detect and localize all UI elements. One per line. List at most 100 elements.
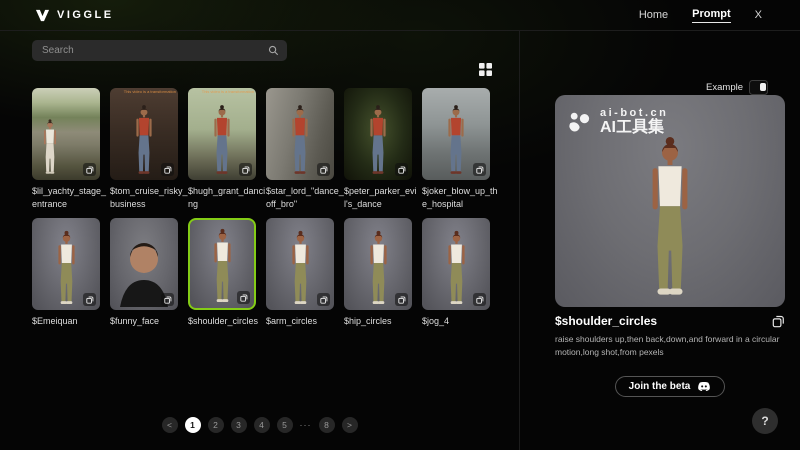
tile-watermark-text: This video is a transformation (124, 89, 176, 94)
example-row: Example (706, 80, 768, 95)
tile-copy-button[interactable] (395, 293, 408, 306)
viggle-logo-icon (35, 8, 50, 23)
tile-label: $lil_yachty_stage_entrance (32, 185, 110, 210)
copy-icon (86, 296, 94, 304)
grid-tile[interactable] (422, 88, 490, 180)
tile-copy-button[interactable] (83, 163, 96, 176)
nav-prompt[interactable]: Prompt (692, 8, 731, 23)
page-4-button[interactable]: 4 (254, 417, 270, 433)
person-figure (436, 103, 476, 177)
copy-icon (398, 166, 406, 174)
tile-copy-button[interactable] (161, 293, 174, 306)
search-bar (32, 40, 287, 61)
example-label: Example (706, 82, 743, 93)
tile-row-1: $lil_yachty_stage_entrance This video is … (32, 88, 500, 210)
tile-copy-button[interactable] (237, 291, 250, 304)
top-bar: VIGGLE Home Prompt X (0, 0, 800, 31)
copy-icon (240, 294, 248, 302)
grid-tile[interactable]: This video is a transformation (110, 88, 178, 180)
search-icon[interactable] (268, 45, 279, 56)
preview-title: $shoulder_circles (555, 314, 657, 328)
person-figure (279, 229, 322, 307)
tile-label: $funny_face (110, 315, 188, 328)
tile-copy-button[interactable] (83, 293, 96, 306)
grid-tile[interactable] (32, 218, 100, 310)
grid-tile[interactable] (188, 218, 256, 310)
tile-copy-button[interactable] (239, 163, 252, 176)
search-input[interactable] (40, 44, 268, 57)
grid-view-icon[interactable] (477, 61, 494, 78)
tile-copy-button[interactable] (317, 293, 330, 306)
copy-icon (476, 166, 484, 174)
tile-label: $star_lord_"dance_off_bro" (266, 185, 344, 210)
page-2-button[interactable]: 2 (208, 417, 224, 433)
grid-item: This video is a transformation $hugh_gra… (188, 88, 256, 210)
page-8-button[interactable]: 8 (319, 417, 335, 433)
join-row: Join the beta (555, 376, 785, 397)
nav-x[interactable]: X (755, 9, 762, 21)
person-figure (34, 118, 66, 176)
preview-card: ai-bot.cn AI工具集 (555, 95, 785, 307)
tile-label: $tom_cruise_risky_business (110, 185, 188, 210)
copy-icon (164, 166, 172, 174)
page-next-button[interactable]: > (342, 417, 358, 433)
nav-home[interactable]: Home (639, 9, 668, 21)
grid-tile[interactable] (344, 88, 412, 180)
page-prev-button[interactable]: < (162, 417, 178, 433)
person-figure (280, 103, 320, 177)
page-ellipsis: ··· (300, 420, 312, 430)
grid-item: $arm_circles (266, 218, 334, 328)
ai-bot-logo-icon (567, 110, 593, 134)
watermark-line1: ai-bot.cn (600, 107, 668, 119)
tile-copy-button[interactable] (473, 163, 486, 176)
grid-item: $funny_face (110, 218, 178, 328)
page-1-button[interactable]: 1 (185, 417, 201, 433)
tile-label: $hip_circles (344, 315, 422, 328)
library-panel: $lil_yachty_stage_entrance This video is … (0, 30, 520, 450)
grid-item: $Emeiquan (32, 218, 100, 328)
grid-item: $joker_blow_up_the_hospital (422, 88, 490, 210)
copy-icon (476, 296, 484, 304)
pagination: <12345 ··· 8 > (0, 417, 519, 433)
grid-tile[interactable] (266, 218, 334, 310)
preview-figure-slot (555, 133, 785, 301)
tile-copy-button[interactable] (395, 163, 408, 176)
person-figure (45, 229, 88, 307)
page-5-button[interactable]: 5 (277, 417, 293, 433)
grid-tile[interactable] (32, 88, 100, 180)
person-figure (124, 103, 164, 177)
tile-copy-button[interactable] (473, 293, 486, 306)
tile-watermark-text: This video is a transformation (202, 89, 254, 94)
tile-copy-button[interactable] (161, 163, 174, 176)
person-figure (357, 229, 400, 307)
copy-icon (398, 296, 406, 304)
join-beta-button[interactable]: Join the beta (615, 376, 726, 397)
preview-title-row: $shoulder_circles (555, 314, 785, 328)
title-copy-button[interactable] (772, 315, 785, 328)
tile-label: $jog_4 (422, 315, 500, 328)
preview-description: raise shoulders up,then back,down,and fo… (555, 333, 788, 359)
grid-tile[interactable] (110, 218, 178, 310)
discord-icon (697, 381, 711, 392)
copy-icon (86, 166, 94, 174)
grid-tile[interactable]: This video is a transformation (188, 88, 256, 180)
grid-tile[interactable] (266, 88, 334, 180)
page-3-button[interactable]: 3 (231, 417, 247, 433)
preview-panel: Example ai-bot.cn AI工具集 $shoulder_circ (520, 30, 800, 450)
tile-label: $joker_blow_up_the_hospital (422, 185, 500, 210)
tile-row-2: $Emeiquan $funny_face $shoulder_circles (32, 218, 500, 328)
tile-label: $arm_circles (266, 315, 344, 328)
help-button[interactable]: ? (752, 408, 778, 434)
copy-icon (320, 166, 328, 174)
grid-tile[interactable] (422, 218, 490, 310)
grid-item: $lil_yachty_stage_entrance (32, 88, 100, 210)
person-figure (435, 229, 478, 307)
tile-label: $hugh_grant_dancing (188, 185, 266, 210)
grid-tile[interactable] (344, 218, 412, 310)
grid-item: $hip_circles (344, 218, 412, 328)
tile-copy-button[interactable] (317, 163, 330, 176)
example-toggle[interactable] (749, 80, 768, 95)
grid-item: $jog_4 (422, 218, 490, 328)
brand: VIGGLE (35, 8, 114, 23)
tile-label: $peter_parker_evil's_dance (344, 185, 422, 210)
